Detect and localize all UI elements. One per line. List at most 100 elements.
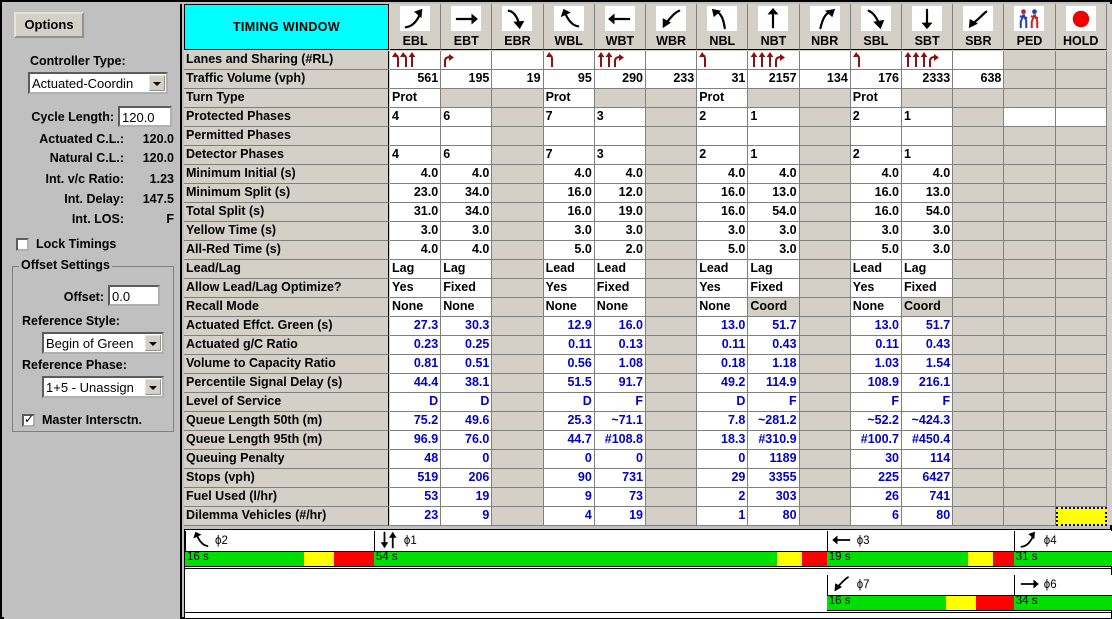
table-cell[interactable]: 4.0 (390, 165, 442, 184)
table-cell[interactable]: 3.0 (594, 222, 646, 241)
table-cell[interactable]: 216.1 (902, 374, 954, 393)
table-cell[interactable]: 0.18 (697, 355, 749, 374)
table-cell[interactable]: 5.0 (543, 241, 595, 260)
table-cell[interactable]: 30 (850, 450, 902, 469)
table-cell[interactable]: 2 (697, 488, 749, 507)
table-cell[interactable]: 38.1 (441, 374, 493, 393)
table-cell[interactable]: 2 (697, 146, 749, 165)
green-interval[interactable]: 34 s (1013, 596, 1112, 610)
table-cell[interactable]: 49.2 (697, 374, 749, 393)
table-cell[interactable]: 1 (748, 108, 800, 127)
green-interval[interactable]: 54 s (373, 552, 777, 566)
table-cell[interactable]: 303 (748, 488, 800, 507)
table-cell[interactable]: ~52.2 (850, 412, 902, 431)
chevron-down-icon[interactable] (145, 379, 161, 395)
lock-timings-checkbox[interactable] (16, 238, 29, 251)
table-cell[interactable]: None (594, 298, 646, 317)
table-cell[interactable] (543, 127, 595, 146)
table-cell[interactable]: 1 (748, 146, 800, 165)
table-cell[interactable]: 16.0 (594, 317, 646, 336)
table-cell[interactable]: Lag (441, 260, 493, 279)
table-cell[interactable]: 54.0 (902, 203, 954, 222)
table-cell[interactable]: 48 (390, 450, 442, 469)
table-cell[interactable]: 16.0 (697, 184, 749, 203)
yellow-interval[interactable] (776, 552, 802, 566)
table-cell[interactable]: F (748, 393, 800, 412)
table-cell[interactable]: 6 (850, 507, 902, 526)
table-cell[interactable]: F (594, 393, 646, 412)
green-interval[interactable]: 16 s (185, 552, 305, 566)
column-header-nbt[interactable]: NBT (748, 4, 800, 50)
table-cell[interactable]: 19.0 (594, 203, 646, 222)
table-cell[interactable]: 114.9 (748, 374, 800, 393)
table-cell[interactable]: 1.08 (594, 355, 646, 374)
table-cell[interactable]: 0.13 (594, 336, 646, 355)
table-cell[interactable]: 3.0 (902, 241, 954, 260)
table-cell[interactable]: 2 (850, 108, 902, 127)
table-cell[interactable]: 1 (697, 507, 749, 526)
column-header-nbr[interactable]: NBR (799, 4, 851, 50)
yellow-interval[interactable] (968, 552, 994, 566)
table-cell[interactable]: Lead (543, 260, 595, 279)
table-cell[interactable]: 44.7 (543, 431, 595, 450)
table-cell[interactable]: ~71.1 (594, 412, 646, 431)
table-cell[interactable]: 54.0 (748, 203, 800, 222)
table-cell[interactable]: 51.7 (748, 317, 800, 336)
table-cell[interactable]: ~281.2 (748, 412, 800, 431)
table-cell[interactable]: 108.9 (850, 374, 902, 393)
column-header-sbt[interactable]: SBT (902, 4, 954, 50)
table-cell[interactable]: 134 (799, 70, 851, 89)
yellow-interval[interactable] (304, 552, 335, 566)
chevron-down-icon[interactable] (145, 335, 161, 351)
phase-timing-bar[interactable]: 34 s (1013, 595, 1112, 611)
table-cell[interactable]: Yes (390, 279, 442, 298)
table-cell[interactable]: 16.0 (543, 203, 595, 222)
red-interval[interactable] (975, 596, 1016, 610)
table-cell[interactable]: 34.0 (441, 203, 493, 222)
table-cell[interactable]: 9 (543, 488, 595, 507)
table-cell[interactable]: Yes (543, 279, 595, 298)
table-cell[interactable]: 16.0 (850, 203, 902, 222)
phase-label-cell[interactable]: ϕ1 (373, 531, 827, 551)
table-cell[interactable]: 16.0 (850, 184, 902, 203)
table-cell[interactable] (1055, 108, 1107, 127)
column-header-ebr[interactable]: EBR (492, 4, 544, 50)
column-header-ebl[interactable]: EBL (390, 4, 442, 50)
table-cell[interactable]: 29 (697, 469, 749, 488)
table-cell[interactable]: 2157 (748, 70, 800, 89)
red-interval[interactable] (334, 552, 374, 566)
column-header-ebt[interactable]: EBT (441, 4, 493, 50)
table-cell[interactable]: 4.0 (543, 165, 595, 184)
table-cell[interactable]: 0 (594, 450, 646, 469)
table-cell[interactable] (646, 51, 698, 70)
master-intersection-checkbox[interactable] (22, 412, 35, 427)
table-cell[interactable]: 2333 (902, 70, 954, 89)
phase-label-cell[interactable]: ϕ7 (826, 575, 1016, 595)
red-interval[interactable] (801, 552, 827, 566)
table-cell[interactable]: 0.11 (543, 336, 595, 355)
column-header-wbr[interactable]: WBR (646, 4, 698, 50)
table-cell[interactable] (543, 51, 595, 70)
table-cell[interactable]: 0.11 (697, 336, 749, 355)
table-cell[interactable]: 9 (441, 507, 493, 526)
table-cell[interactable]: 3.0 (697, 222, 749, 241)
table-cell[interactable]: 7 (543, 108, 595, 127)
table-cell[interactable]: 34.0 (441, 184, 493, 203)
table-cell[interactable]: 3 (594, 146, 646, 165)
chevron-down-icon[interactable] (149, 75, 165, 91)
table-cell[interactable]: Lead (697, 260, 749, 279)
table-cell[interactable]: None (441, 298, 493, 317)
table-cell[interactable]: 1189 (748, 450, 800, 469)
table-cell[interactable] (492, 51, 544, 70)
column-header-sbr[interactable]: SBR (953, 4, 1005, 50)
table-cell[interactable]: 0.11 (850, 336, 902, 355)
table-cell[interactable] (850, 51, 902, 70)
table-cell[interactable]: 1.54 (902, 355, 954, 374)
table-cell[interactable]: 1.03 (850, 355, 902, 374)
table-cell[interactable] (390, 127, 442, 146)
table-cell[interactable]: D (697, 393, 749, 412)
table-cell[interactable]: 51.5 (543, 374, 595, 393)
table-cell[interactable]: 3.0 (543, 222, 595, 241)
table-cell[interactable]: 4.0 (441, 241, 493, 260)
table-cell[interactable]: 741 (902, 488, 954, 507)
